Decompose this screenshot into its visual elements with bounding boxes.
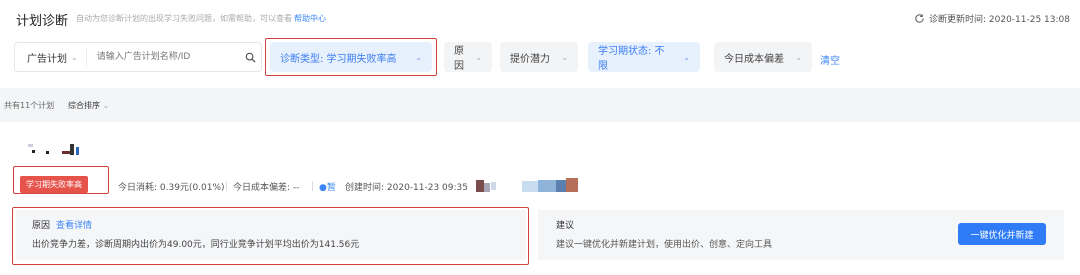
page-title: 计划诊断 <box>16 14 69 29</box>
redacted-image-icon <box>522 178 578 192</box>
sort-select[interactable]: 综合排序 ⌄ <box>68 100 109 111</box>
learning-status-filter[interactable]: 学习期状态: 不限 ⌄ <box>588 42 700 72</box>
cost-deviation-label: 今日成本偏差 <box>724 53 784 65</box>
created-time: 创建时间: 2020-11-23 09:35 <box>345 183 468 193</box>
page-subtitle: 自动为您诊断计划的出现学习失败问题，如需帮助，可以查看 帮助中心 <box>76 13 326 24</box>
highlight-box <box>13 166 109 194</box>
highlight-box <box>265 38 437 76</box>
sort-label: 综合排序 <box>68 101 100 110</box>
optimize-create-button[interactable]: 一键优化并新建 <box>958 223 1046 245</box>
update-time-label: 诊断更新时间: 2020-11-25 13:08 <box>929 15 1070 25</box>
subtitle-text: 自动为您诊断计划的出现学习失败问题，如需帮助，可以查看 <box>76 14 292 23</box>
bid-potential-filter[interactable]: 提价潜力 ⌄ <box>500 42 578 72</box>
plan-thumbnail-icon <box>28 144 79 155</box>
filter-bar: 广告计划 ⌄ 诊断类型: 学习期失败率高 ⌄ 原因 ⌄ 提价潜力 ⌄ 学习期状态… <box>0 36 1080 86</box>
update-time: 诊断更新时间: 2020-11-25 13:08 <box>914 12 1070 25</box>
chevron-down-icon: ⌄ <box>475 52 482 62</box>
search-icon[interactable] <box>239 52 261 63</box>
plan-status-tag: ●暂 <box>319 183 336 193</box>
divider <box>312 181 313 191</box>
advice-text: 建议一键优化并新建计划，使用出价、创意、定向工具 <box>556 240 773 250</box>
plan-count: 共有11个计划 <box>4 101 55 110</box>
today-spend: 今日消耗: 0.39元(0.01%) <box>118 183 225 193</box>
page-header: 计划诊断 自动为您诊断计划的出现学习失败问题，如需帮助，可以查看 帮助中心 诊断更… <box>0 0 1080 36</box>
reason-filter-label: 原因 <box>454 46 464 72</box>
divider <box>226 181 227 191</box>
highlight-box <box>12 207 529 265</box>
list-toolbar: 共有11个计划 综合排序 ⌄ <box>0 88 1080 122</box>
chevron-down-icon: ⌄ <box>71 52 78 62</box>
redacted-image-icon <box>476 180 496 192</box>
bid-potential-label: 提价潜力 <box>510 53 550 65</box>
today-cost-deviation: 今日成本偏差: -- <box>233 183 300 193</box>
clear-filters-link[interactable]: 清空 <box>820 52 840 67</box>
advice-title: 建议 <box>556 221 575 231</box>
refresh-icon[interactable] <box>914 13 925 24</box>
help-center-link[interactable]: 帮助中心 <box>294 14 326 23</box>
chevron-down-icon: ⌄ <box>795 52 802 62</box>
chevron-down-icon: ⌄ <box>561 52 568 62</box>
cost-deviation-filter[interactable]: 今日成本偏差 ⌄ <box>714 42 812 72</box>
learning-status-label: 学习期状态: 不限 <box>598 46 665 72</box>
reason-filter[interactable]: 原因 ⌄ <box>444 42 492 72</box>
plan-type-label: 广告计划 <box>27 53 67 65</box>
chevron-down-icon: ⌄ <box>683 52 690 62</box>
chevron-down-icon: ⌄ <box>102 101 110 110</box>
plan-search-input[interactable] <box>86 43 239 71</box>
plan-search-group: 广告计划 ⌄ <box>14 42 262 72</box>
plan-type-select[interactable]: 广告计划 ⌄ <box>15 48 87 66</box>
